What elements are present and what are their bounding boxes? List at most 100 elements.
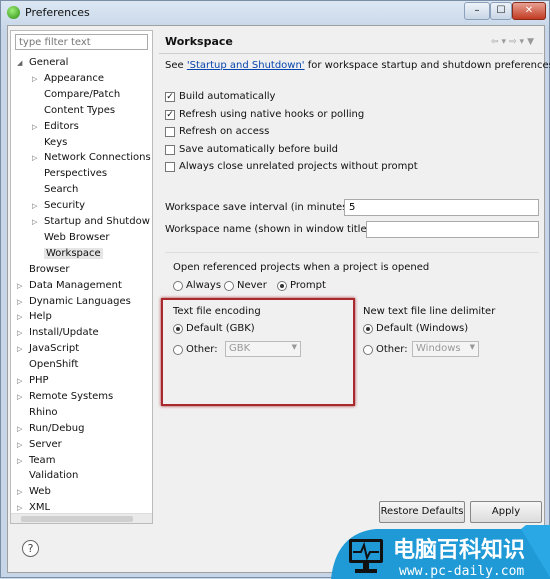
collapsed-icon[interactable]: ▷ (17, 437, 27, 453)
collapsed-icon[interactable]: ▷ (17, 453, 27, 469)
tree-item-label: Network Connections (44, 152, 151, 164)
collapsed-icon[interactable]: ▷ (32, 198, 42, 214)
open-ref-radio-always[interactable] (173, 281, 183, 291)
workspace-name-input[interactable] (366, 221, 539, 238)
tree-item[interactable]: ▷ Help (17, 309, 52, 325)
collapsed-icon[interactable]: ▷ (17, 484, 27, 500)
tree-item[interactable]: ▷ Appearance (32, 71, 104, 87)
preference-tree-pane: ◢General▷AppearanceCompare/Patch Content … (10, 30, 153, 524)
collapsed-icon[interactable]: ▷ (17, 389, 27, 405)
collapsed-icon[interactable]: ▷ (32, 71, 42, 87)
forward-icon[interactable]: ⇨▾ (509, 37, 527, 47)
save-interval-input[interactable] (344, 199, 539, 216)
title-bar: Preferences – ☐ ✕ (1, 1, 549, 25)
tree-item-label: Editors (44, 120, 79, 132)
collapsed-icon[interactable]: ▷ (17, 309, 27, 325)
open-ref-radio-prompt[interactable] (277, 281, 287, 291)
tree-item-label: Workspace (44, 247, 103, 259)
watermark-text: 电脑百科知识 (393, 537, 525, 563)
tree-item[interactable]: ◢ General (17, 55, 68, 71)
tree-item-label: Rhino (29, 406, 58, 418)
tree-item[interactable]: Perspectives (44, 166, 107, 182)
tree-item[interactable]: ▷ Data Management (17, 278, 122, 294)
filter-input[interactable] (15, 34, 148, 50)
tree-item[interactable]: ▷ Editors (32, 119, 79, 135)
checkbox[interactable]: ✓ (165, 92, 175, 102)
tree-item-label: Keys (44, 136, 68, 148)
checkbox[interactable] (165, 162, 175, 172)
tree-item[interactable]: ▷ Dynamic Languages (17, 294, 131, 310)
menu-icon[interactable]: ▼ (527, 37, 537, 47)
collapsed-icon[interactable]: ▷ (32, 150, 42, 166)
delimiter-other-radio[interactable] (363, 345, 373, 355)
tree-item[interactable]: ▷ Run/Debug (17, 421, 85, 437)
tree-item[interactable]: ▷ Install/Update (17, 325, 99, 341)
tree-item[interactable]: Content Types (44, 103, 115, 119)
tree-item-label: Compare/Patch (44, 88, 121, 100)
window-title: Preferences (25, 6, 90, 19)
checkbox[interactable] (165, 127, 175, 137)
delimiter-select[interactable]: Windows ▼ (412, 341, 479, 357)
checkbox[interactable]: ✓ (165, 109, 175, 120)
help-icon[interactable]: ? (22, 540, 39, 557)
startup-shutdown-link[interactable]: 'Startup and Shutdown' (187, 60, 305, 71)
tree-item[interactable]: Search (44, 182, 78, 198)
horizontal-scrollbar[interactable] (11, 513, 152, 523)
tree-item-label: Data Management (29, 279, 122, 291)
tree-item[interactable]: ▷ Security (32, 198, 85, 214)
tree-item[interactable]: Rhino (29, 405, 58, 421)
page-title: Workspace (165, 35, 233, 48)
minimize-button[interactable]: – (464, 2, 490, 20)
intro-text: See 'Startup and Shutdown' for workspace… (165, 60, 550, 71)
back-icon[interactable]: ⇦▾ (491, 37, 509, 47)
tree-item[interactable]: ▷ Team (17, 453, 55, 469)
tree-item[interactable]: OpenShift (29, 357, 78, 373)
tree-item[interactable]: ▷ Startup and Shutdow (32, 214, 150, 230)
checkbox-label: Always close unrelated projects without … (179, 161, 418, 172)
collapsed-icon[interactable]: ▷ (32, 214, 42, 230)
collapsed-icon[interactable]: ▷ (17, 373, 27, 389)
tree-item-label: Help (29, 311, 52, 323)
tree-item[interactable]: Browser (29, 262, 70, 278)
tree-item[interactable]: ▷ Server (17, 437, 62, 453)
checkbox[interactable] (165, 144, 175, 155)
tree-item[interactable]: Compare/Patch (44, 87, 120, 103)
tree-item-label: OpenShift (29, 359, 79, 371)
history-nav[interactable]: ⇦▾⇨▾▼ (491, 30, 537, 54)
tree-item[interactable]: Keys (44, 135, 67, 151)
open-ref-radio-never[interactable] (224, 281, 234, 291)
tree-item[interactable]: ▷ Network Connections (32, 150, 151, 166)
tree-item[interactable]: ▷ JavaScript (17, 341, 79, 357)
open-ref-label: Never (237, 280, 267, 291)
tree-item[interactable]: ▷ Remote Systems (17, 389, 114, 405)
tree-item-label: Remote Systems (29, 390, 114, 402)
eclipse-icon (7, 6, 20, 19)
collapsed-icon[interactable]: ▷ (17, 325, 27, 341)
watermark-logo: 电脑百科知识 www.pc-daily.com (331, 525, 550, 579)
tree-item-label: Search (44, 184, 79, 196)
tree-item[interactable]: ▷ PHP (17, 373, 49, 389)
tree-item-label: Web (29, 486, 51, 498)
collapsed-icon[interactable]: ▷ (17, 294, 27, 310)
collapsed-icon[interactable]: ▷ (17, 341, 27, 357)
delimiter-default-radio[interactable] (363, 324, 373, 334)
delimiter-title: New text file line delimiter (363, 306, 496, 317)
close-button[interactable]: ✕ (512, 2, 546, 20)
collapsed-icon[interactable]: ▷ (17, 421, 27, 437)
maximize-button[interactable]: ☐ (490, 2, 512, 20)
scrollbar-thumb[interactable] (21, 516, 133, 522)
tree-item[interactable]: Workspace (44, 246, 103, 262)
save-interval-label: Workspace save interval (in minutes): (165, 202, 355, 213)
collapsed-icon[interactable]: ▷ (17, 278, 27, 294)
apply-button[interactable]: Apply (470, 501, 542, 523)
workspace-page: Workspace ⇦▾⇨▾▼ See 'Startup and Shutdow… (159, 30, 550, 524)
tree-item-label: Run/Debug (29, 422, 85, 434)
expanded-icon[interactable]: ◢ (17, 55, 27, 71)
checkbox-label: Refresh on access (179, 126, 270, 137)
tree-item[interactable]: Web Browser (44, 230, 110, 246)
restore-defaults-button[interactable]: Restore Defaults (379, 501, 465, 523)
tree-item[interactable]: Validation (29, 468, 78, 484)
tree-item[interactable]: ▷ Web (17, 484, 51, 500)
highlight-box (161, 298, 355, 406)
collapsed-icon[interactable]: ▷ (32, 119, 42, 135)
